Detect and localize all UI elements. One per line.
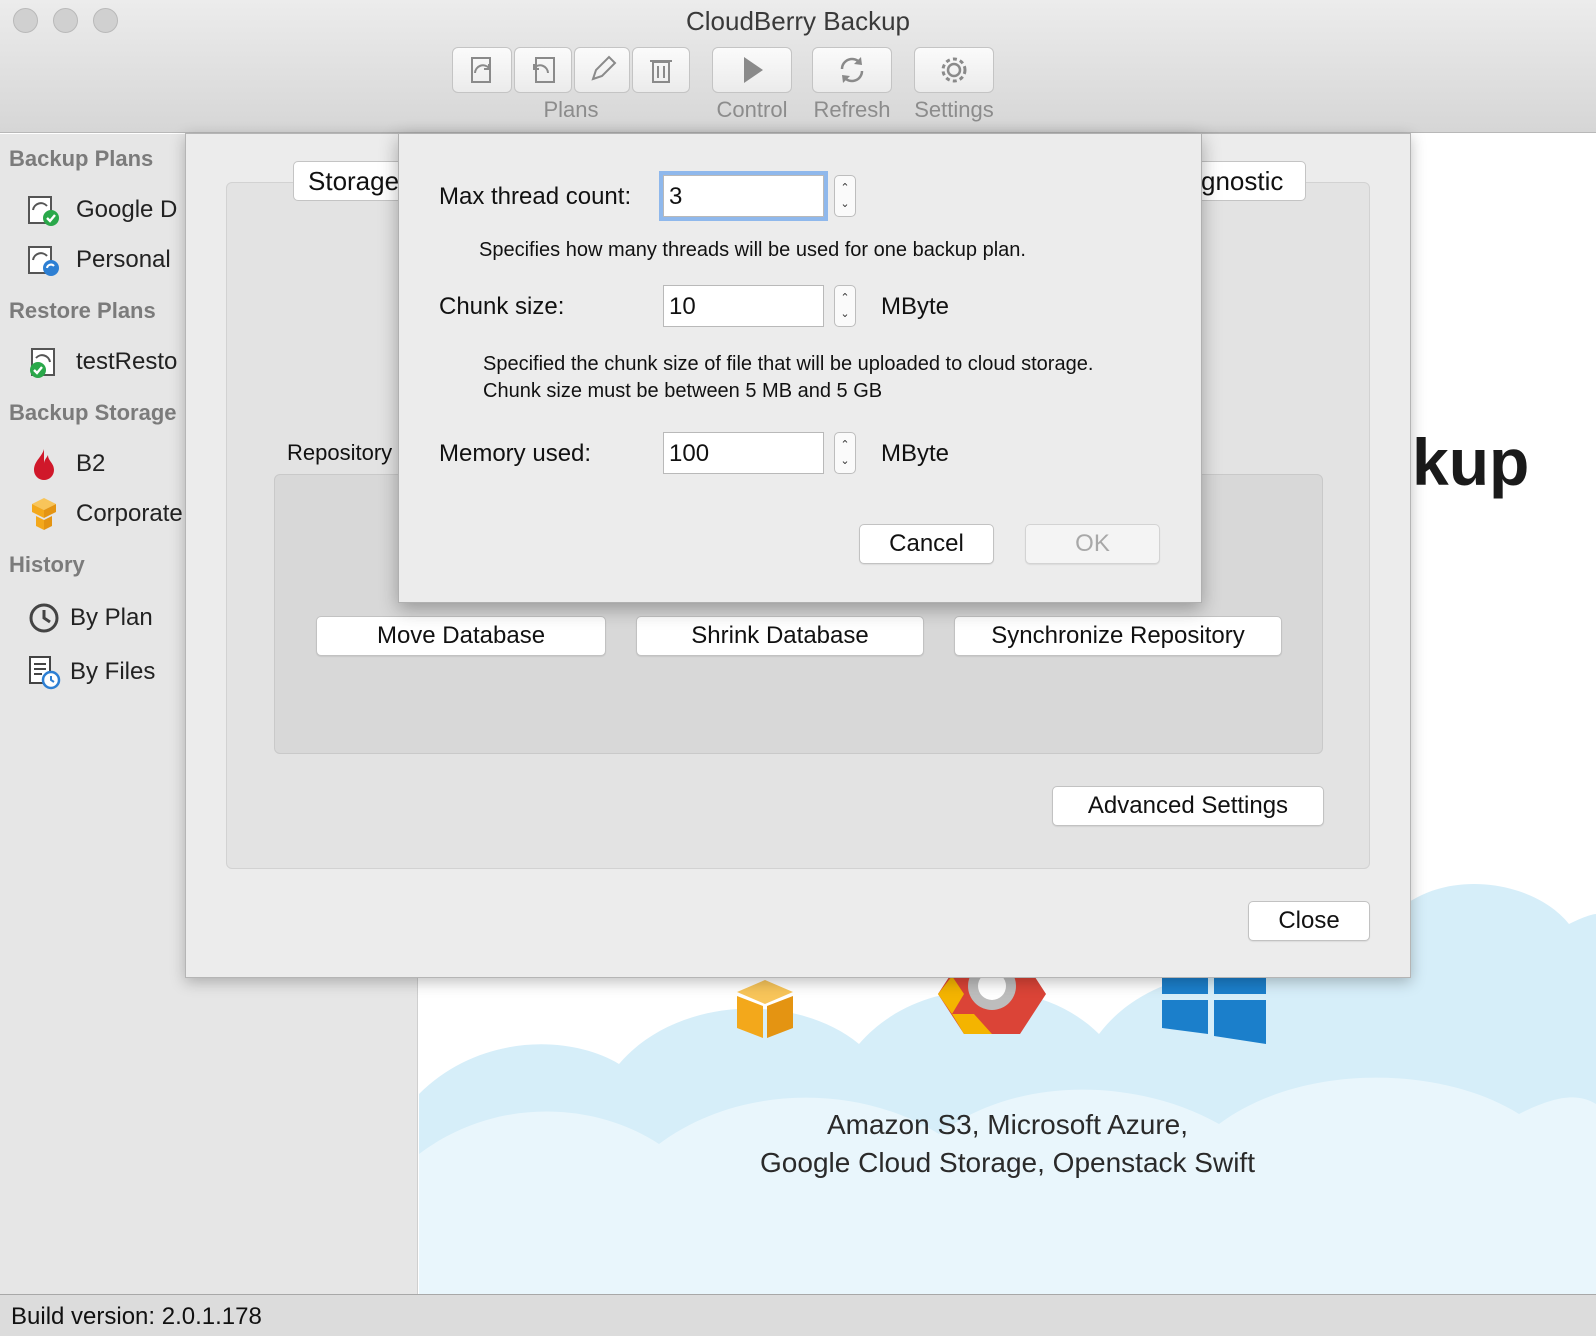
tab-storage[interactable]: Storage: [293, 161, 415, 201]
stepper-up-icon[interactable]: ⌃: [840, 437, 849, 453]
max-thread-count-input[interactable]: 3: [659, 171, 828, 221]
sidebar-item-storage-corporate[interactable]: Corporate: [26, 496, 183, 532]
refresh-icon: [840, 57, 864, 83]
shrink-database-button[interactable]: Shrink Database: [636, 616, 924, 656]
title-bar: CloudBerry Backup Plans Control Refresh …: [0, 0, 1596, 133]
settings-group-label: Settings: [914, 97, 994, 122]
window-title: CloudBerry Backup: [686, 6, 910, 36]
new-restore-plan-button[interactable]: [514, 47, 572, 93]
ok-button[interactable]: OK: [1025, 524, 1160, 564]
restore-plan-success-icon: [26, 344, 62, 380]
advanced-settings-button[interactable]: Advanced Settings: [1052, 786, 1324, 826]
sidebar-item-storage-b2[interactable]: B2: [26, 446, 105, 482]
tab-diagnostic[interactable]: gnostic: [1186, 161, 1306, 201]
section-restore-plans: Restore Plans: [9, 298, 156, 323]
chunk-size-description-1: Specified the chunk size of file that wi…: [483, 353, 1094, 375]
history-clock-icon: [26, 600, 62, 636]
cancel-button[interactable]: Cancel: [859, 524, 994, 564]
move-database-button[interactable]: Move Database: [316, 616, 606, 656]
close-button[interactable]: Close: [1248, 901, 1370, 941]
chunk-size-description-2: Chunk size must be between 5 MB and 5 GB: [483, 380, 883, 402]
chunk-size-stepper[interactable]: ⌃ ⌄: [834, 285, 856, 327]
synchronize-repository-button[interactable]: Synchronize Repository: [954, 616, 1282, 656]
sidebar-item-label: Personal: [76, 246, 171, 273]
chunk-size-unit: MByte: [881, 293, 950, 320]
backup-plan-icon: [471, 57, 491, 83]
sidebar-item-label: By Plan: [70, 604, 153, 631]
amazon-s3-icon: [26, 496, 62, 532]
sidebar-item-history-by-files[interactable]: By Files: [26, 654, 155, 690]
stepper-up-icon[interactable]: ⌃: [840, 290, 849, 306]
repository-label: Repository: [287, 440, 393, 465]
memory-used-stepper[interactable]: ⌃ ⌄: [834, 432, 856, 474]
start-stop-button[interactable]: [712, 47, 792, 93]
sidebar-item-backup-plan-google[interactable]: Google D: [26, 192, 177, 228]
trash-icon: [650, 60, 672, 83]
restore-plan-icon: [533, 57, 555, 83]
providers-line-1: Amazon S3, Microsoft Azure,: [826, 1109, 1189, 1140]
settings-button[interactable]: [914, 47, 994, 93]
sidebar-item-restore-plan-test[interactable]: testResto: [26, 344, 177, 380]
plans-group-label: Plans: [543, 97, 599, 122]
stepper-down-icon[interactable]: ⌄: [840, 453, 849, 469]
section-backup-plans: Backup Plans: [9, 146, 154, 171]
max-thread-count-stepper[interactable]: ⌃ ⌄: [834, 175, 856, 217]
providers-line-2: Google Cloud Storage, Openstack Swift: [760, 1147, 1255, 1178]
sidebar-item-label: testResto: [76, 348, 178, 375]
play-icon: [744, 57, 763, 83]
stepper-up-icon[interactable]: ⌃: [840, 180, 849, 196]
sidebar-item-history-by-plan[interactable]: By Plan: [26, 600, 153, 636]
edit-plan-button[interactable]: [574, 47, 630, 93]
memory-used-label: Memory used:: [439, 440, 592, 467]
memory-used-input[interactable]: 100: [663, 432, 824, 474]
file-history-icon: [26, 654, 62, 690]
chunk-size-label: Chunk size:: [439, 293, 565, 320]
stepper-down-icon[interactable]: ⌄: [840, 196, 849, 212]
status-bar: Build version: 2.0.1.178: [0, 1294, 1596, 1336]
sidebar-item-label: Corporate: [76, 500, 183, 527]
new-backup-plan-button[interactable]: [452, 47, 512, 93]
stepper-down-icon[interactable]: ⌄: [840, 306, 849, 322]
sidebar-item-label: Google D: [76, 196, 178, 223]
sidebar-item-label: By Files: [70, 658, 156, 685]
memory-used-unit: MByte: [881, 440, 950, 467]
backup-plan-success-icon: [26, 192, 62, 228]
delete-plan-button[interactable]: [632, 47, 690, 93]
section-backup-storage: Backup Storage: [9, 400, 177, 425]
sidebar-item-backup-plan-personal[interactable]: Personal: [26, 242, 171, 278]
control-group-label: Control: [716, 97, 788, 122]
gear-icon: [941, 57, 967, 83]
b2-flame-icon: [26, 446, 62, 482]
max-thread-count-description: Specifies how many threads will be used …: [479, 239, 1026, 261]
section-history: History: [9, 552, 85, 577]
backup-plan-icon: [26, 242, 62, 278]
chunk-size-input[interactable]: 10: [663, 285, 824, 327]
welcome-heading-fragment: kup: [1412, 425, 1530, 499]
sidebar-item-label: B2: [76, 450, 106, 477]
max-thread-count-label: Max thread count:: [439, 183, 632, 210]
refresh-group-label: Refresh: [813, 97, 891, 122]
refresh-button[interactable]: [812, 47, 892, 93]
build-version: Build version: 2.0.1.178: [11, 1303, 262, 1330]
edit-icon: [591, 55, 617, 81]
advanced-settings-dialog: Max thread count: 3 ⌃ ⌄ Specifies how man…: [398, 133, 1202, 603]
